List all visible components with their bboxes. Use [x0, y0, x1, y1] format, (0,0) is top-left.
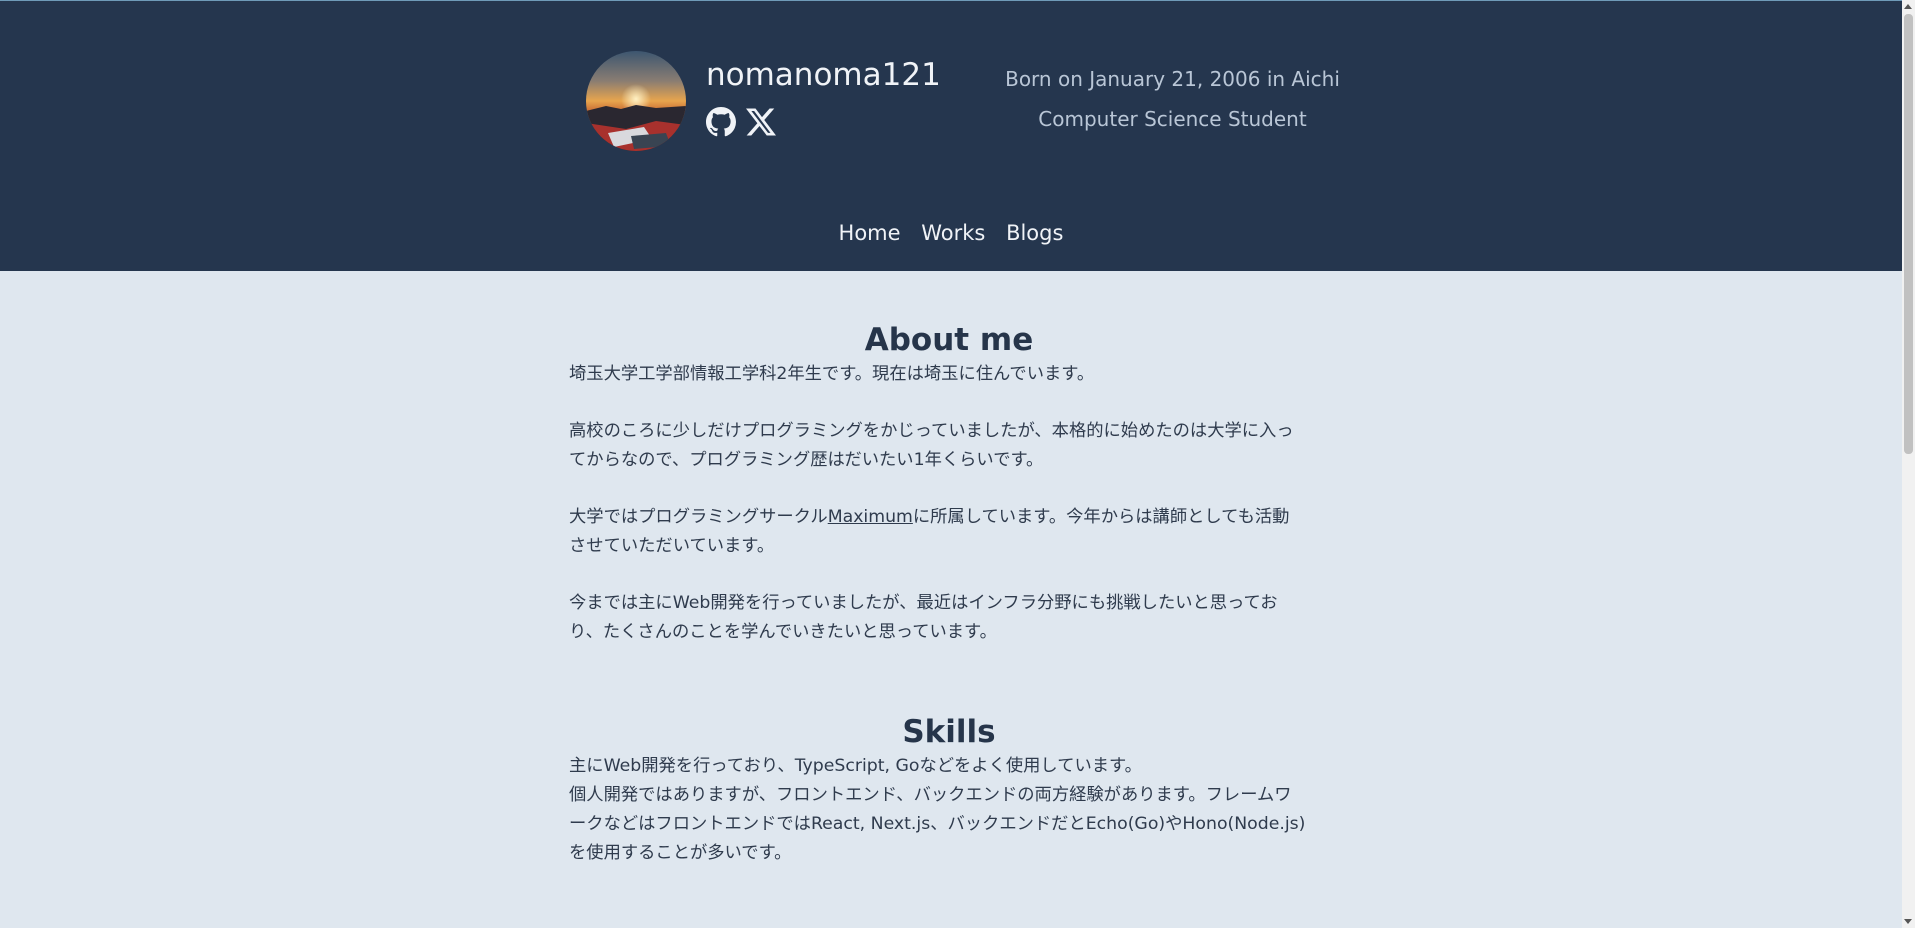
skills-line-4: を使用することが多いです。: [569, 843, 792, 863]
site-header: nomanoma121 Born on January 21, 2006 in …: [0, 1, 1902, 271]
vertical-scrollbar[interactable]: [1902, 0, 1915, 928]
about-section: About me 埼玉大学工学部情報工学科2年生です。現在は埼玉に住んでいます。…: [569, 320, 1329, 647]
bio-role: Computer Science Student: [1038, 107, 1307, 131]
github-icon: [706, 107, 736, 137]
about-paragraph-4: 今までは主にWeb開発を行っていましたが、最近はインフラ分野にも挑戦したいと思っ…: [569, 589, 1329, 647]
about-paragraph-3-prefix: 大学ではプログラミングサークル: [569, 507, 828, 527]
x-link[interactable]: [746, 107, 776, 137]
profile-name: nomanoma121: [706, 57, 941, 93]
maximum-link[interactable]: Maximum: [828, 507, 913, 527]
main-nav: Home Works Blogs: [0, 218, 1902, 248]
skills-section: Skills 主にWeb開発を行っており、TypeScript, Goなどをよく…: [569, 712, 1329, 868]
about-paragraph-2: 高校のころに少しだけプログラミングをかじっていましたが、本格的に始めたのは大学に…: [569, 417, 1329, 475]
about-paragraph-3: 大学ではプログラミングサークルMaximumに所属しています。今年からは講師とし…: [569, 503, 1329, 561]
skills-paragraph: 主にWeb開発を行っており、TypeScript, Goなどをよく使用しています…: [569, 752, 1329, 868]
about-paragraph-3-suffix: に所属しています。今年からは講師としても活動: [912, 507, 1290, 527]
nav-home[interactable]: Home: [839, 218, 901, 248]
scroll-up-arrow-icon[interactable]: [1904, 4, 1912, 9]
skills-line-2: 個人開発ではありますが、フロントエンド、バックエンドの両方経験があります。フレー…: [569, 785, 1292, 805]
page: nomanoma121 Born on January 21, 2006 in …: [0, 0, 1915, 928]
nav-blogs[interactable]: Blogs: [1006, 218, 1063, 248]
about-paragraph-1: 埼玉大学工学部情報工学科2年生です。現在は埼玉に住んでいます。: [569, 364, 1095, 384]
about-paragraph-3-line-2: させていただいています。: [569, 536, 775, 556]
scrollbar-thumb[interactable]: [1904, 14, 1913, 454]
about-paragraph-4-line-1: 今までは主にWeb開発を行っていましたが、最近はインフラ分野にも挑戦したいと思っ…: [569, 593, 1278, 613]
skills-title: Skills: [902, 714, 996, 750]
avatar: [586, 51, 686, 151]
social-links: [706, 107, 776, 137]
bio: Born on January 21, 2006 in Aichi Comput…: [980, 59, 1365, 139]
about-paragraph-4-line-2: り、たくさんのことを学んでいきたいと思っています。: [569, 622, 997, 642]
about-paragraph-2-line-1: 高校のころに少しだけプログラミングをかじっていましたが、本格的に始めたのは大学に…: [569, 421, 1294, 441]
nav-works[interactable]: Works: [921, 218, 985, 248]
about-paragraph-2-line-2: てからなので、プログラミング歴はだいたい1年くらいです。: [569, 450, 1044, 470]
github-link[interactable]: [706, 107, 736, 137]
bio-birth: Born on January 21, 2006 in Aichi: [1005, 67, 1340, 91]
about-title: About me: [864, 322, 1034, 358]
skills-line-3: ークなどはフロントエンドではReact, Next.js、バックエンドだとEch…: [569, 814, 1306, 834]
scroll-down-arrow-icon[interactable]: [1904, 919, 1912, 924]
x-icon: [746, 108, 776, 136]
skills-line-1: 主にWeb開発を行っており、TypeScript, Goなどをよく使用しています…: [569, 756, 1142, 776]
main-content: About me 埼玉大学工学部情報工学科2年生です。現在は埼玉に住んでいます。…: [569, 320, 1329, 868]
